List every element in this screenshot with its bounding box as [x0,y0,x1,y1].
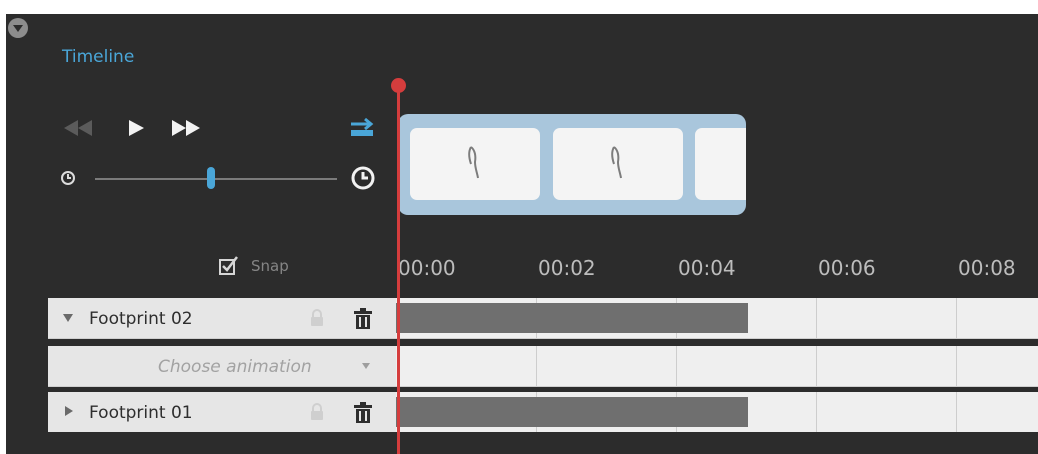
grid-line [956,298,957,338]
animation-dropdown[interactable]: Choose animation [48,346,396,386]
grid-line [956,346,957,386]
playhead[interactable] [397,84,400,454]
rewind-icon[interactable] [60,118,100,142]
track-header[interactable]: Footprint 02 [48,298,396,338]
track-clip-lane[interactable] [396,298,1038,338]
grid-line [676,346,677,386]
clock-icon [350,165,376,195]
snap-label: Snap [251,257,289,275]
time-tick: 00:02 [538,256,596,280]
footprint-icon [611,146,622,179]
trash-icon[interactable] [353,402,373,424]
speed-slider-track[interactable] [95,178,337,180]
track-clip-lane[interactable] [396,392,1038,432]
collapse-panel-button[interactable] [8,18,28,38]
track-name: Footprint 02 [89,309,193,329]
expand-track-icon[interactable] [65,406,73,416]
animation-clip[interactable] [396,303,748,333]
lock-icon[interactable] [310,309,324,327]
play-icon[interactable] [126,118,146,142]
time-tick: 00:00 [398,256,456,280]
footprint-icon [468,146,479,179]
row-divider [48,386,1038,387]
clock-icon [60,170,76,190]
loop-icon[interactable] [348,116,378,144]
preview-frame[interactable] [695,128,746,200]
trash-icon[interactable] [353,308,373,330]
animation-preview-strip[interactable] [398,114,746,215]
track-header[interactable]: Footprint 01 [48,392,396,432]
speed-slider-handle[interactable] [207,167,215,189]
timeline-panel [6,14,1038,454]
grid-line [816,298,817,338]
grid-line [956,392,957,432]
track-row[interactable]: Footprint 01 [48,392,1038,432]
lock-icon[interactable] [310,403,324,421]
time-tick: 00:06 [818,256,876,280]
preview-frame[interactable] [410,128,540,200]
animation-dropdown-label: Choose animation [158,357,312,377]
panel-title: Timeline [62,47,135,67]
collapse-track-icon[interactable] [63,314,73,322]
time-tick: 00:04 [678,256,736,280]
playhead-handle[interactable] [391,78,406,93]
preview-frame[interactable] [553,128,683,200]
grid-line [816,346,817,386]
time-tick: 00:08 [958,256,1016,280]
track-row[interactable]: Footprint 02 [48,298,1038,338]
fast-forward-icon[interactable] [170,118,206,142]
grid-line [536,346,537,386]
row-divider [48,338,1038,339]
snap-checkbox[interactable] [218,254,240,280]
grid-line [816,392,817,432]
animation-clip[interactable] [396,397,748,427]
track-row[interactable]: Choose animation [48,346,1038,386]
chevron-down-icon[interactable] [362,363,370,369]
track-name: Footprint 01 [89,403,193,423]
track-clip-lane[interactable] [396,346,1038,386]
